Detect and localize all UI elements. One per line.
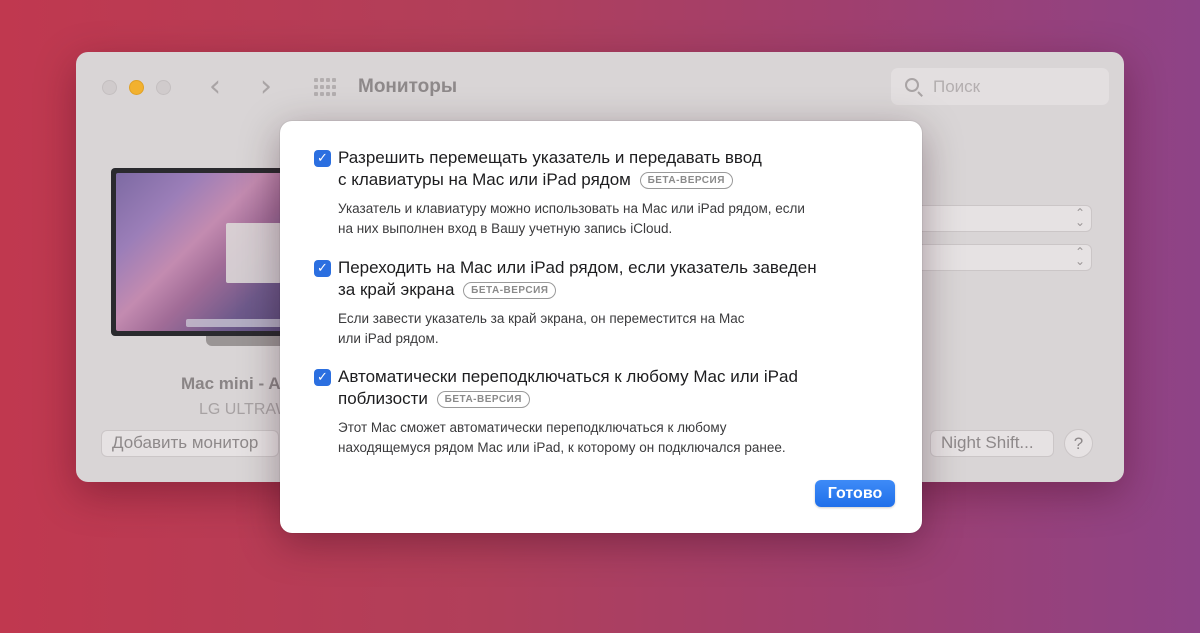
chevron-updown-icon: ⌃ ⌄ <box>1074 206 1085 229</box>
option-description: Если завести указатель за край экрана, о… <box>338 309 898 349</box>
resolution-popup[interactable]: ⌃ ⌄ <box>916 205 1092 232</box>
display-name: Mac mini - A <box>181 374 281 393</box>
option-desc-line1: Этот Mac сможет автоматически переподклю… <box>338 420 727 435</box>
option-title: Разрешить перемещать указатель и передав… <box>338 147 898 191</box>
window-title: Мониторы <box>358 76 458 97</box>
beta-badge: БЕТА-ВЕРСИЯ <box>639 172 733 189</box>
minimize-button[interactable] <box>129 80 144 95</box>
monitor-image <box>111 168 291 336</box>
zoom-button[interactable] <box>156 80 171 95</box>
option-desc-line2: на них выполнен вход в Вашу учетную запи… <box>338 221 673 236</box>
beta-badge: БЕТА-ВЕРСИЯ <box>463 282 557 299</box>
option-title: Переходить на Mac или iPad рядом, если у… <box>338 257 898 301</box>
option-desc-line2: находящемуся рядом Mac или iPad, к котор… <box>338 440 786 455</box>
grid-icon[interactable] <box>314 78 336 96</box>
done-button[interactable]: Готово <box>815 480 895 507</box>
back-button[interactable]: ‹ <box>209 72 221 102</box>
option-description: Указатель и клавиатуру можно использоват… <box>338 199 898 239</box>
checkbox-push-through-edge[interactable]: ✓ <box>314 260 331 277</box>
chevron-updown-icon: ⌃ ⌄ <box>1074 245 1085 268</box>
option-title-line2: поблизости <box>338 389 428 408</box>
display-model: LG ULTRAW <box>199 401 291 418</box>
option-title-line1: Переходить на Mac или iPad рядом, если у… <box>338 258 817 277</box>
option-title-line1: Автоматически переподключаться к любому … <box>338 367 798 386</box>
option-title-line2: с клавиатуры на Mac или iPad рядом <box>338 170 631 189</box>
display-thumbnail[interactable] <box>111 168 291 346</box>
add-monitor-button[interactable]: Добавить монитор <box>101 430 279 457</box>
forward-button[interactable]: › <box>260 72 272 102</box>
search-placeholder: Поиск <box>933 77 981 96</box>
night-shift-button[interactable]: Night Shift... <box>930 430 1054 457</box>
checkbox-auto-reconnect[interactable]: ✓ <box>314 369 331 386</box>
beta-badge: БЕТА-ВЕРСИЯ <box>436 391 530 408</box>
screen-window-preview <box>226 223 281 283</box>
refresh-rate-popup[interactable]: ⌃ ⌄ <box>916 244 1092 271</box>
help-button[interactable]: ? <box>1064 429 1093 458</box>
titlebar: ‹ › Мониторы Поиск <box>76 52 1124 122</box>
option-title-line2: за край экрана <box>338 280 455 299</box>
search-field[interactable]: Поиск <box>891 68 1109 105</box>
checkbox-allow-pointer-keyboard[interactable]: ✓ <box>314 150 331 167</box>
close-button[interactable] <box>102 80 117 95</box>
search-icon <box>905 78 919 92</box>
screen-dock-preview <box>186 319 286 327</box>
option-desc-line1: Если завести указатель за край экрана, о… <box>338 311 745 326</box>
option-title-line1: Разрешить перемещать указатель и передав… <box>338 148 762 167</box>
universal-control-sheet: ✓ Разрешить перемещать указатель и перед… <box>280 121 922 533</box>
monitor-stand <box>206 336 286 346</box>
option-desc-line2: или iPad рядом. <box>338 331 439 346</box>
option-title: Автоматически переподключаться к любому … <box>338 366 898 410</box>
option-description: Этот Mac сможет автоматически переподклю… <box>338 418 898 458</box>
monitor-screen <box>116 173 286 331</box>
option-desc-line1: Указатель и клавиатуру можно использоват… <box>338 201 805 216</box>
